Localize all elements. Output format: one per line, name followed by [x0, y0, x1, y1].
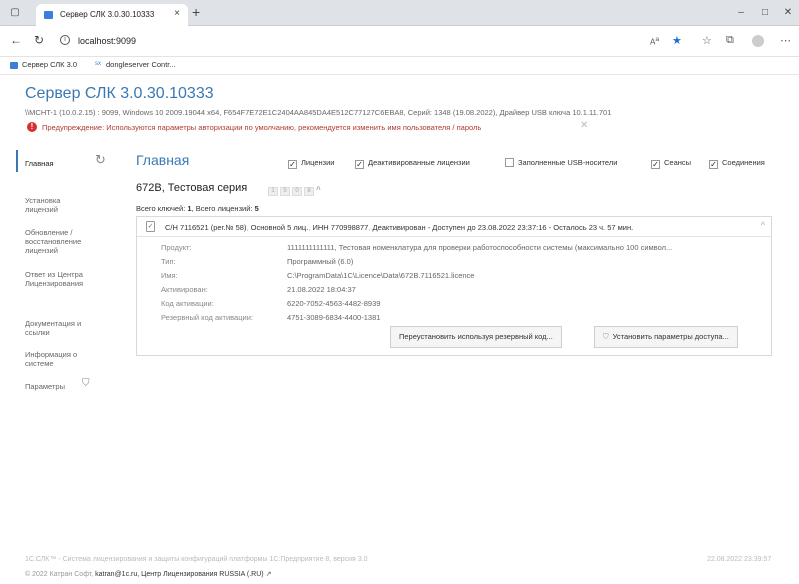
warning-close-icon[interactable]: ✕ — [580, 120, 588, 131]
more-menu-icon[interactable]: ⋯ — [780, 34, 791, 47]
external-link-icon[interactable]: ↗ — [266, 571, 272, 578]
badge: 8 — [304, 187, 314, 196]
url-field[interactable]: localhost:9099 — [78, 36, 136, 46]
row-key: Активирован: — [161, 285, 208, 294]
site-info-icon[interactable]: i — [60, 35, 70, 45]
maximize-icon[interactable]: □ — [758, 6, 772, 20]
shield-icon: ⛉ — [82, 378, 90, 389]
warning-text: Предупреждение: Используются параметры а… — [42, 123, 482, 132]
favorite-star-icon[interactable]: ★ — [672, 34, 682, 47]
checkbox-checked-icon[interactable]: ✓ — [709, 160, 718, 169]
row-value: Программный (6.0) — [287, 257, 354, 266]
filter-licenses[interactable]: ✓ Лицензии — [288, 158, 334, 169]
license-summary: С/Н 7116521 (рег.№ 58), Основной 5 лиц.,… — [165, 223, 634, 232]
new-tab-button[interactable]: + — [192, 4, 200, 20]
system-info: \\MCHT-1 (10.0.2.15) : 9099, Windows 10 … — [25, 108, 612, 117]
license-card-header[interactable]: ✓ С/Н 7116521 (рег.№ 58), Основной 5 лиц… — [137, 217, 771, 237]
totals: Всего ключей: 1, Всего лицензий: 5 — [136, 204, 259, 213]
sidebar-item-response[interactable]: Ответ из Центра Лицензирования — [25, 270, 105, 288]
filter-sessions[interactable]: ✓ Сеансы — [651, 158, 691, 169]
checkbox-unchecked-icon[interactable] — [505, 158, 514, 167]
row-value: 6220-7052-4563-4482-8939 — [287, 299, 381, 308]
row-key: Продукт: — [161, 243, 192, 252]
warning-icon: ! — [27, 122, 37, 132]
tab-title: Сервер СЛК 3.0.30.10333 — [60, 10, 155, 19]
read-aloud-icon[interactable]: Aa — [650, 36, 659, 47]
footer-copyright: © 2022 Катран Софт, katran@1c.ru, Центр … — [25, 571, 272, 578]
bookmark-favicon-icon — [10, 62, 18, 69]
set-access-button[interactable]: ⛉ Установить параметры доступа... — [594, 326, 738, 348]
bookmark-slk[interactable]: Сервер СЛК 3.0 — [22, 60, 77, 69]
window-close-icon[interactable]: ✕ — [781, 6, 795, 20]
checkbox-checked-icon[interactable]: ✓ — [651, 160, 660, 169]
collections-icon[interactable]: ⧉ — [726, 34, 734, 47]
page-title: Сервер СЛК 3.0.30.10333 — [25, 85, 214, 102]
document-check-icon: ✓ — [146, 221, 155, 232]
row-value: 4751-3089-6834-4400-1381 — [287, 313, 381, 322]
sidebar-active-indicator — [16, 150, 18, 172]
footer-description: 1С:СЛК™ - Система лицензирования и защит… — [25, 556, 368, 563]
series-title: 672B, Тестовая серия — [136, 182, 248, 194]
row-value: 1111111111111, Тестовая номенклатура для… — [287, 243, 673, 252]
footer-date: 22.08.2022 23:39:57 — [707, 556, 772, 563]
license-center-link[interactable]: , Центр Лицензирования RUSSIA (.RU) — [137, 571, 263, 578]
row-value: C:\ProgramData\1C\Licence\Data\672B.7116… — [287, 271, 475, 280]
bookmarks-bar: Сервер СЛК 3.0 sx dongleserver Contr... — [0, 57, 799, 75]
profile-avatar[interactable] — [752, 35, 764, 47]
tab-close-icon[interactable]: × — [174, 8, 180, 19]
badge: 5 — [280, 187, 290, 196]
badge: 1 — [268, 187, 278, 196]
collapse-icon[interactable]: ^ — [316, 185, 321, 194]
main-title: Главная — [136, 152, 190, 168]
filter-usb[interactable]: Заполненные USB-носители — [505, 158, 617, 167]
series-badges: 1 5 0 8 ^ — [268, 185, 321, 196]
sidebar-item-settings[interactable]: Параметры — [25, 382, 115, 391]
row-key: Резервный код активации: — [161, 313, 253, 322]
row-key: Код активации: — [161, 299, 214, 308]
sidebar-item-install[interactable]: Установка лицензий — [25, 196, 85, 214]
row-key: Имя: — [161, 271, 178, 280]
favorites-bar-icon[interactable]: ☆ — [702, 34, 712, 47]
filter-connections[interactable]: ✓ Соединения — [709, 158, 765, 169]
minimize-icon[interactable]: – — [734, 6, 748, 20]
tab-favicon-icon — [44, 11, 53, 19]
row-value: 21.08.2022 18:04:37 — [287, 285, 356, 294]
checkbox-checked-icon[interactable]: ✓ — [355, 160, 364, 169]
tab-actions-icon[interactable]: ▢ — [8, 6, 22, 20]
card-collapse-icon[interactable]: ^ — [761, 220, 765, 230]
bookmark-dongleserver[interactable]: dongleserver Contr... — [106, 60, 176, 69]
sidebar-item-sysinfo[interactable]: Информация о системе — [25, 350, 95, 368]
badge: 0 — [292, 187, 302, 196]
reinstall-reserve-button[interactable]: Переустановить используя резервный код..… — [390, 326, 562, 348]
checkbox-checked-icon[interactable]: ✓ — [288, 160, 297, 169]
sidebar-item-update[interactable]: Обновление / восстановление лицензий — [25, 228, 100, 255]
back-icon[interactable]: ← — [10, 33, 22, 47]
reload-icon[interactable]: ↻ — [34, 33, 44, 47]
address-bar: ← ↻ i localhost:9099 Aa ★ ☆ ⧉ ⋯ — [0, 27, 799, 57]
row-key: Тип: — [161, 257, 176, 266]
email-link[interactable]: katran@1c.ru — [95, 571, 137, 578]
browser-tab[interactable]: Сервер СЛК 3.0.30.10333 × — [36, 4, 188, 26]
shield-icon: ⛉ — [603, 332, 609, 341]
browser-tab-bar: ▢ Сервер СЛК 3.0.30.10333 × + – □ ✕ — [0, 0, 799, 26]
refresh-icon[interactable]: ↻ — [95, 152, 106, 168]
sidebar-item-docs[interactable]: Документация и ссылки — [25, 319, 105, 337]
bookmark-dongle-icon: sx — [95, 61, 101, 67]
filter-deactivated[interactable]: ✓ Деактивированные лицензии — [355, 158, 470, 169]
